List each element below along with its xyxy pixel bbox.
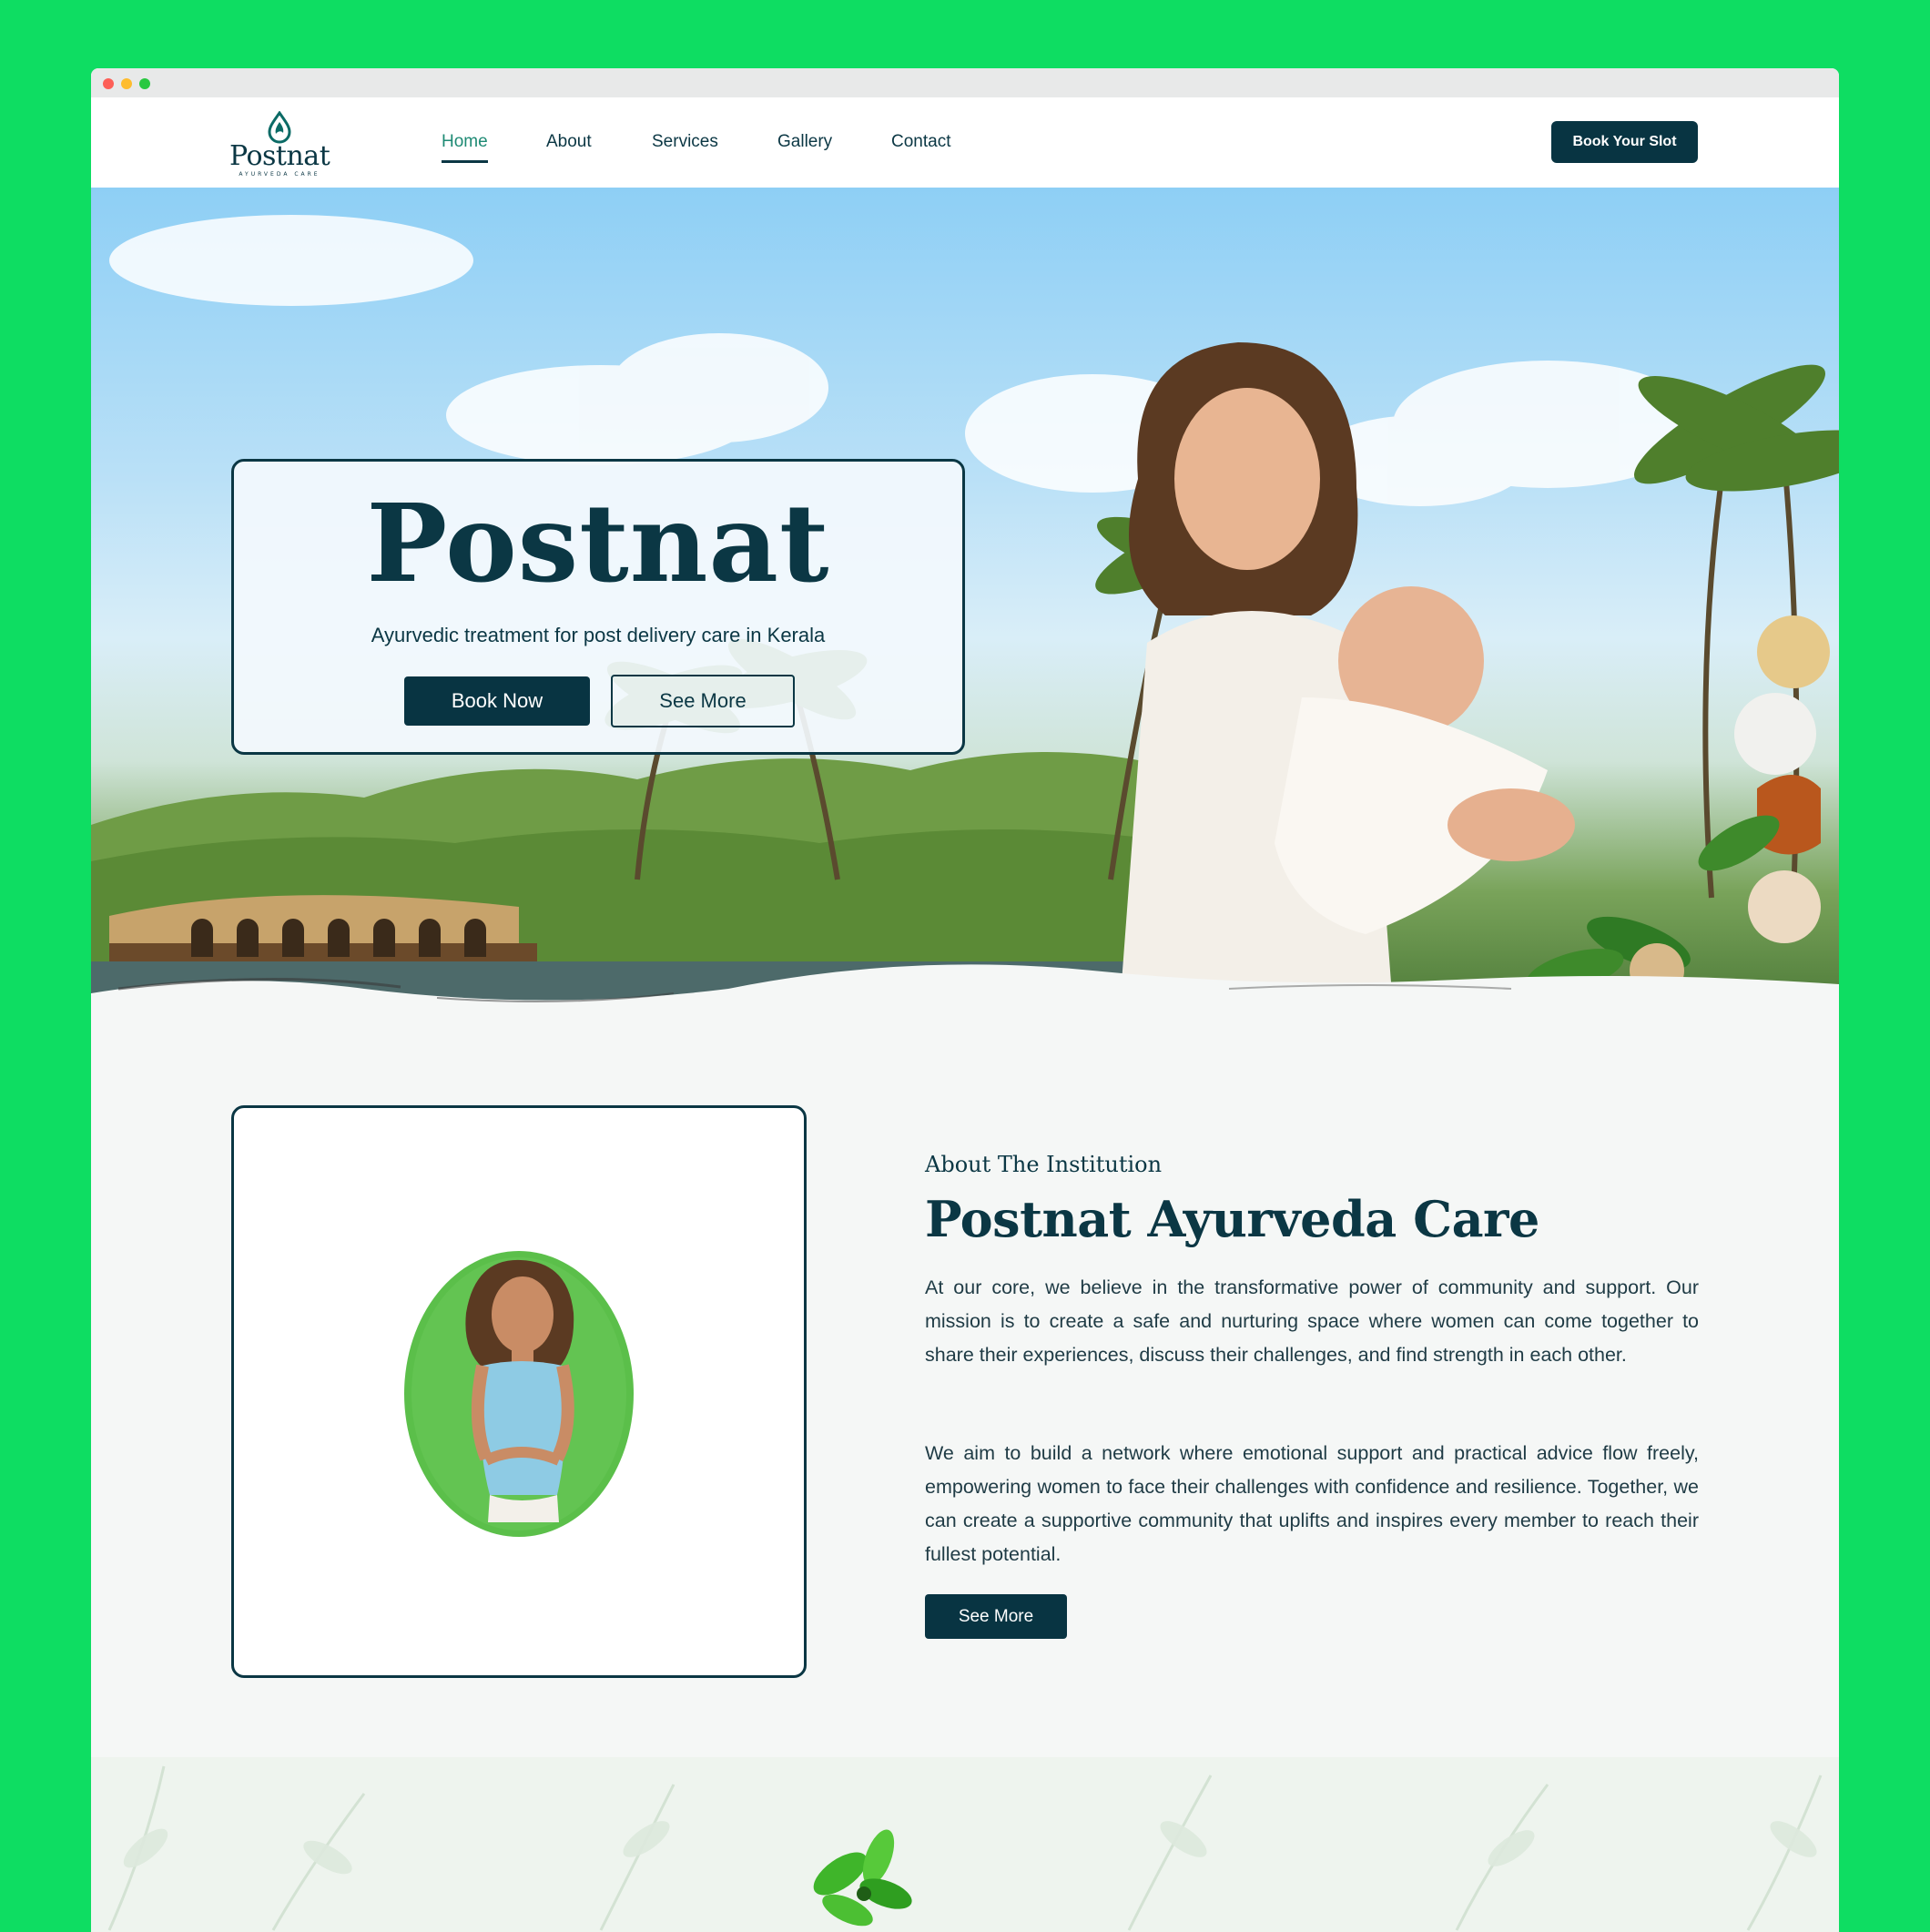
nav-about[interactable]: About bbox=[546, 132, 592, 152]
logo-tagline: AYURVEDA CARE bbox=[239, 171, 320, 178]
logo-wordmark: Postnat bbox=[229, 140, 330, 172]
about-paragraph-1: At our core, we believe in the transform… bbox=[925, 1276, 1699, 1366]
hero-section: Postnat Ayurvedic treatment for post del… bbox=[91, 188, 1839, 1007]
about-see-more-button[interactable]: See More bbox=[925, 1594, 1067, 1639]
pregnant-woman-portrait bbox=[404, 1251, 634, 1537]
maximize-window-button[interactable] bbox=[139, 78, 150, 89]
nav-contact[interactable]: Contact bbox=[891, 132, 950, 152]
about-paragraph-2: We aim to build a network where emotiona… bbox=[925, 1442, 1699, 1565]
minimize-window-button[interactable] bbox=[121, 78, 132, 89]
services-band bbox=[91, 1757, 1839, 1932]
close-window-button[interactable] bbox=[103, 78, 114, 89]
green-leaf-icon bbox=[813, 1829, 912, 1927]
hero-title: Postnat bbox=[366, 480, 830, 606]
book-now-button[interactable]: Book Now bbox=[404, 676, 590, 726]
hero-see-more-button[interactable]: See More bbox=[611, 675, 795, 727]
site-logo[interactable]: Postnat AYURVEDA CARE bbox=[229, 111, 330, 178]
nav-services[interactable]: Services bbox=[652, 132, 718, 152]
hero-card: Postnat Ayurvedic treatment for post del… bbox=[231, 459, 965, 755]
leaf-pattern-background bbox=[107, 1765, 1823, 1931]
nav-home[interactable]: Home bbox=[442, 132, 488, 163]
browser-window: Postnat AYURVEDA CARE Home About Service… bbox=[91, 68, 1839, 1932]
nav-gallery[interactable]: Gallery bbox=[777, 132, 832, 152]
window-titlebar bbox=[91, 68, 1839, 97]
site-header: Postnat AYURVEDA CARE Home About Service… bbox=[91, 97, 1839, 188]
drop-logo-icon bbox=[268, 111, 291, 144]
hero-subtitle: Ayurvedic treatment for post delivery ca… bbox=[371, 624, 826, 646]
about-image-frame bbox=[231, 1105, 807, 1678]
about-title: Postnat Ayurveda Care bbox=[925, 1190, 1539, 1248]
about-kicker: About The Institution bbox=[925, 1152, 1163, 1177]
book-slot-button[interactable]: Book Your Slot bbox=[1551, 121, 1698, 163]
